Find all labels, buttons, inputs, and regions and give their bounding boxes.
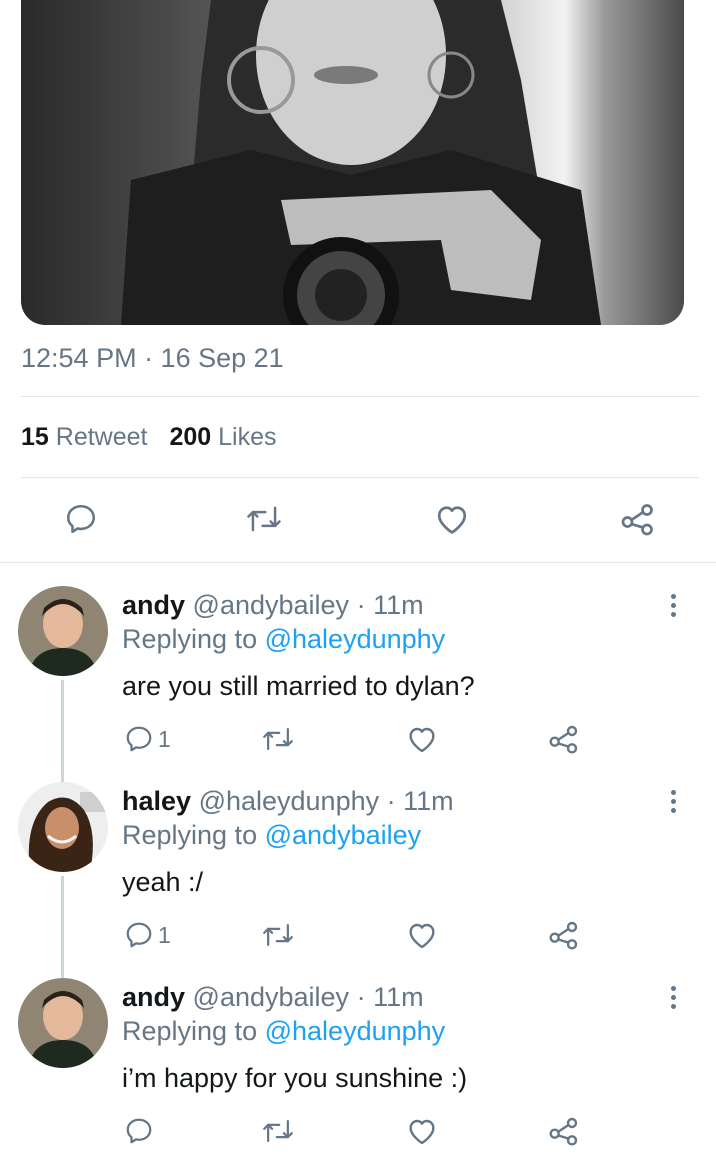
handle[interactable]: @andybailey — [193, 982, 350, 1012]
divider — [21, 477, 699, 478]
reply-button[interactable]: 1 — [124, 920, 171, 950]
retweet-button[interactable] — [262, 724, 294, 754]
replying-label: Replying to — [122, 1016, 258, 1046]
like-button[interactable] — [434, 502, 470, 536]
more-vertical-icon[interactable] — [664, 986, 682, 1013]
thread-line — [61, 680, 64, 785]
avatar-image — [18, 586, 108, 676]
share-button[interactable] — [548, 724, 580, 754]
likes-count: 200 — [169, 423, 212, 451]
tweet-photo[interactable] — [21, 0, 684, 325]
heart-icon — [437, 506, 467, 534]
reply-count: 1 — [158, 921, 171, 948]
retweet-icon — [263, 728, 293, 750]
replying-to-line: Replying to @andybailey — [122, 820, 421, 851]
reply-text: are you still married to dylan? — [122, 671, 475, 701]
replying-to-line: Replying to @haleydunphy — [122, 1016, 445, 1047]
divider — [0, 562, 716, 563]
retweet-count: 15 — [21, 423, 49, 451]
share-button[interactable] — [548, 1116, 580, 1146]
retweet-label: Retweet — [55, 423, 148, 451]
handle[interactable]: @haleydunphy — [199, 786, 380, 816]
replying-label: Replying to — [122, 624, 258, 654]
heart-icon — [409, 923, 435, 949]
reply-text: i’m happy for you sunshine :) — [122, 1063, 468, 1093]
like-button[interactable] — [406, 1116, 438, 1146]
avatar[interactable] — [18, 586, 108, 676]
mention-link[interactable]: @haleydunphy — [265, 624, 446, 654]
reply-header: andy @andybailey · 11m — [122, 590, 424, 621]
like-button[interactable] — [406, 920, 438, 950]
reply-time: · 11m — [386, 786, 454, 816]
share-button[interactable] — [620, 502, 656, 536]
heart-icon — [409, 727, 435, 753]
thread-line — [61, 876, 64, 980]
likes-stat[interactable]: 200 Likes — [169, 423, 276, 451]
display-name[interactable]: andy — [122, 590, 185, 620]
retweet-button[interactable] — [262, 920, 294, 950]
reply-button[interactable] — [64, 502, 98, 536]
reply-button[interactable]: 1 — [124, 724, 171, 754]
share-button[interactable] — [548, 920, 580, 950]
like-button[interactable] — [406, 724, 438, 754]
retweet-stat[interactable]: 15 Retweet — [21, 423, 147, 451]
avatar[interactable] — [18, 782, 108, 872]
tweet-timestamp: 12:54 PM · 16 Sep 21 — [21, 343, 284, 373]
speech-bubble-icon — [126, 922, 152, 948]
likes-label: Likes — [218, 423, 277, 451]
share-icon — [549, 725, 578, 754]
reply-header: haley @haleydunphy · 11m — [122, 786, 454, 817]
reply-count: 1 — [158, 725, 171, 752]
speech-bubble-icon — [66, 504, 96, 534]
reply-text: yeah :/ — [122, 867, 204, 897]
replying-to-line: Replying to @haleydunphy — [122, 624, 445, 655]
divider — [21, 396, 699, 397]
tweet-stats: 15 Retweet 200 Likes — [21, 423, 277, 452]
heart-icon — [409, 1119, 435, 1145]
retweet-button[interactable] — [262, 1116, 294, 1146]
share-icon — [621, 504, 653, 536]
reply-time: · 11m — [356, 590, 424, 620]
reply-header: andy @andybailey · 11m — [122, 982, 424, 1013]
replying-label: Replying to — [122, 820, 258, 850]
share-icon — [549, 1117, 578, 1146]
tweet-detail-page: 12:54 PM · 16 Sep 21 15 Retweet 200 Likes — [0, 0, 716, 1156]
photo-illustration — [121, 0, 601, 325]
more-vertical-icon[interactable] — [664, 790, 682, 817]
reply-time: · 11m — [356, 982, 424, 1012]
mention-link[interactable]: @haleydunphy — [265, 1016, 446, 1046]
retweet-icon — [263, 1120, 293, 1142]
speech-bubble-icon — [126, 1118, 152, 1144]
speech-bubble-icon — [126, 726, 152, 752]
share-icon — [549, 921, 578, 950]
retweet-icon — [247, 506, 281, 532]
handle[interactable]: @andybailey — [193, 590, 350, 620]
avatar[interactable] — [18, 978, 108, 1068]
reply-button[interactable] — [124, 1116, 154, 1146]
retweet-icon — [263, 924, 293, 946]
display-name[interactable]: haley — [122, 786, 191, 816]
avatar-image — [18, 782, 108, 872]
display-name[interactable]: andy — [122, 982, 185, 1012]
mention-link[interactable]: @andybailey — [265, 820, 422, 850]
avatar-image — [18, 978, 108, 1068]
retweet-button[interactable] — [246, 502, 282, 536]
more-vertical-icon[interactable] — [664, 594, 682, 621]
